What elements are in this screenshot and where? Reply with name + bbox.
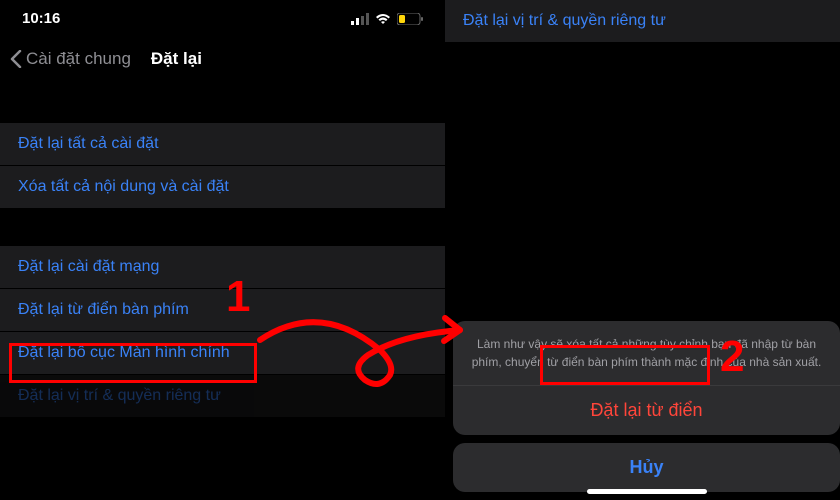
reset-home-layout[interactable]: Đặt lại bố cục Màn hình chính [0, 332, 445, 375]
action-sheet-message: Làm như vậy sẽ xóa tất cả những tùy chỉn… [453, 335, 840, 385]
back-label: Cài đặt chung [26, 49, 131, 69]
action-sheet: Làm như vậy sẽ xóa tất cả những tùy chỉn… [453, 321, 840, 492]
battery-icon [397, 13, 423, 25]
reset-location-privacy-right[interactable]: Đặt lại vị trí & quyền riêng tư [445, 0, 840, 42]
chevron-left-icon [10, 50, 22, 68]
reset-location-privacy[interactable]: Đặt lại vị trí & quyền riêng tư [0, 375, 445, 417]
reset-all-settings[interactable]: Đặt lại tất cả cài đặt [0, 123, 445, 166]
reset-network-settings[interactable]: Đặt lại cài đặt mạng [0, 246, 445, 289]
action-sheet-body: Làm như vậy sẽ xóa tất cả những tùy chỉn… [453, 321, 840, 435]
home-indicator[interactable] [587, 489, 707, 494]
status-bar: 10:16 [0, 0, 445, 31]
wifi-icon [375, 13, 391, 25]
nav-bar: Cài đặt chung Đặt lại [0, 31, 445, 85]
reset-group-2: Đặt lại cài đặt mạng Đặt lại từ điển bàn… [0, 246, 445, 417]
reset-group-1: Đặt lại tất cả cài đặt Xóa tất cả nội du… [0, 123, 445, 208]
page-title: Đặt lại [151, 49, 202, 69]
status-time: 10:16 [22, 10, 60, 27]
cancel-button[interactable]: Hủy [453, 443, 840, 492]
screen-reset-settings: 10:16 Cài đặt chung Đặt lại [0, 0, 445, 500]
reset-keyboard-dictionary[interactable]: Đặt lại từ điển bàn phím [0, 289, 445, 332]
erase-all-content[interactable]: Xóa tất cả nội dung và cài đặt [0, 166, 445, 208]
status-icons [351, 13, 423, 25]
confirm-reset-dictionary[interactable]: Đặt lại từ điển [453, 385, 840, 435]
cellular-signal-icon [351, 13, 369, 25]
screen-action-sheet: Đặt lại vị trí & quyền riêng tư Làm như … [445, 0, 840, 500]
back-button[interactable]: Cài đặt chung [10, 49, 131, 69]
